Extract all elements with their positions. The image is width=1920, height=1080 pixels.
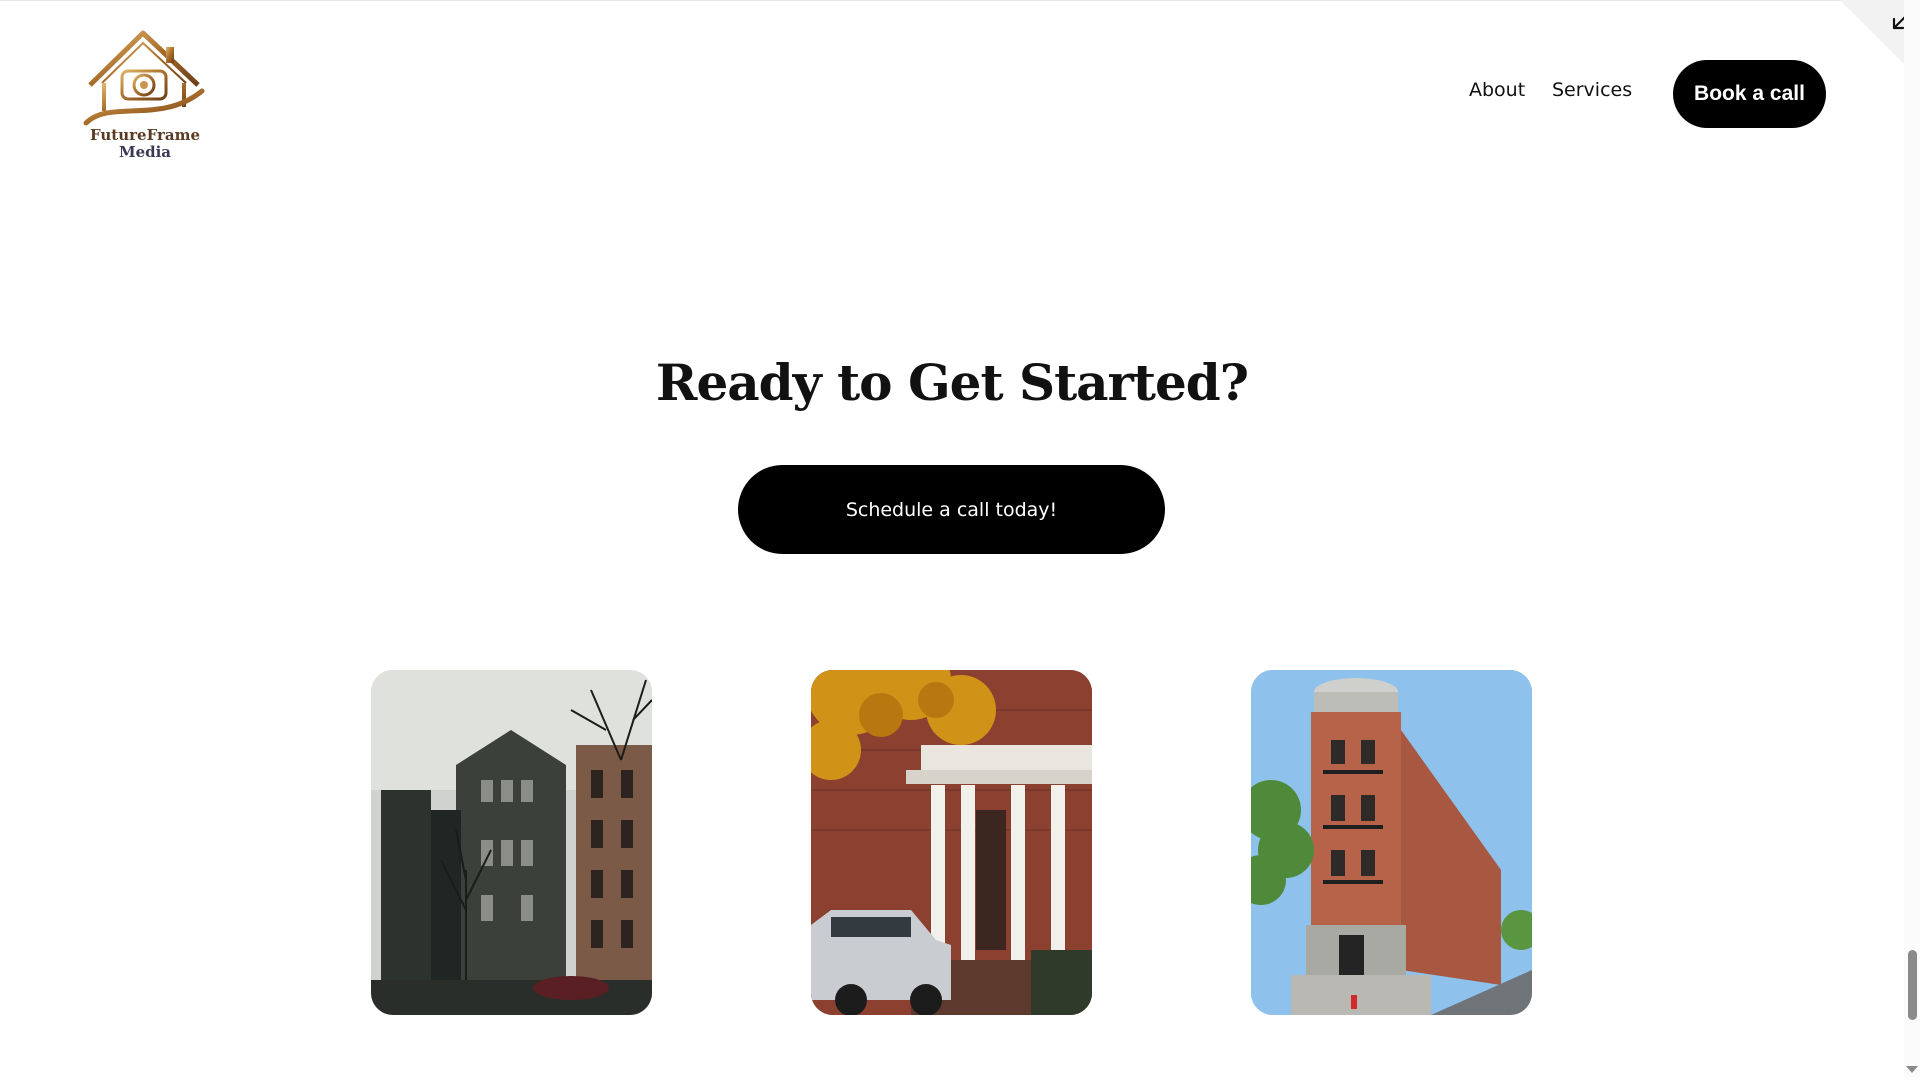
- nav-link-about[interactable]: About: [1469, 79, 1525, 101]
- gallery-photo-corner-building: [1251, 670, 1532, 1015]
- logo-wordmark-line1: FutureFrame: [90, 126, 200, 144]
- brand-logo[interactable]: FutureFrame Media: [80, 27, 210, 167]
- page-title: Ready to Get Started?: [655, 353, 1249, 412]
- logo-wordmark-line2: Media: [118, 143, 172, 161]
- gallery-photo-townhouse: [811, 670, 1092, 1015]
- page: FutureFrame Media About Services Book a …: [0, 0, 1904, 1080]
- book-a-call-button[interactable]: Book a call: [1673, 60, 1826, 128]
- scrollbar-thumb[interactable]: [1908, 950, 1917, 1020]
- gallery-photo-brownstones: [371, 670, 652, 1015]
- nav-link-services[interactable]: Services: [1552, 79, 1632, 101]
- scroll-down-arrow-icon[interactable]: [1906, 1066, 1918, 1073]
- vertical-scrollbar[interactable]: [1904, 0, 1920, 1080]
- schedule-call-button[interactable]: Schedule a call today!: [738, 465, 1165, 554]
- house-camera-logo-icon: [83, 30, 205, 126]
